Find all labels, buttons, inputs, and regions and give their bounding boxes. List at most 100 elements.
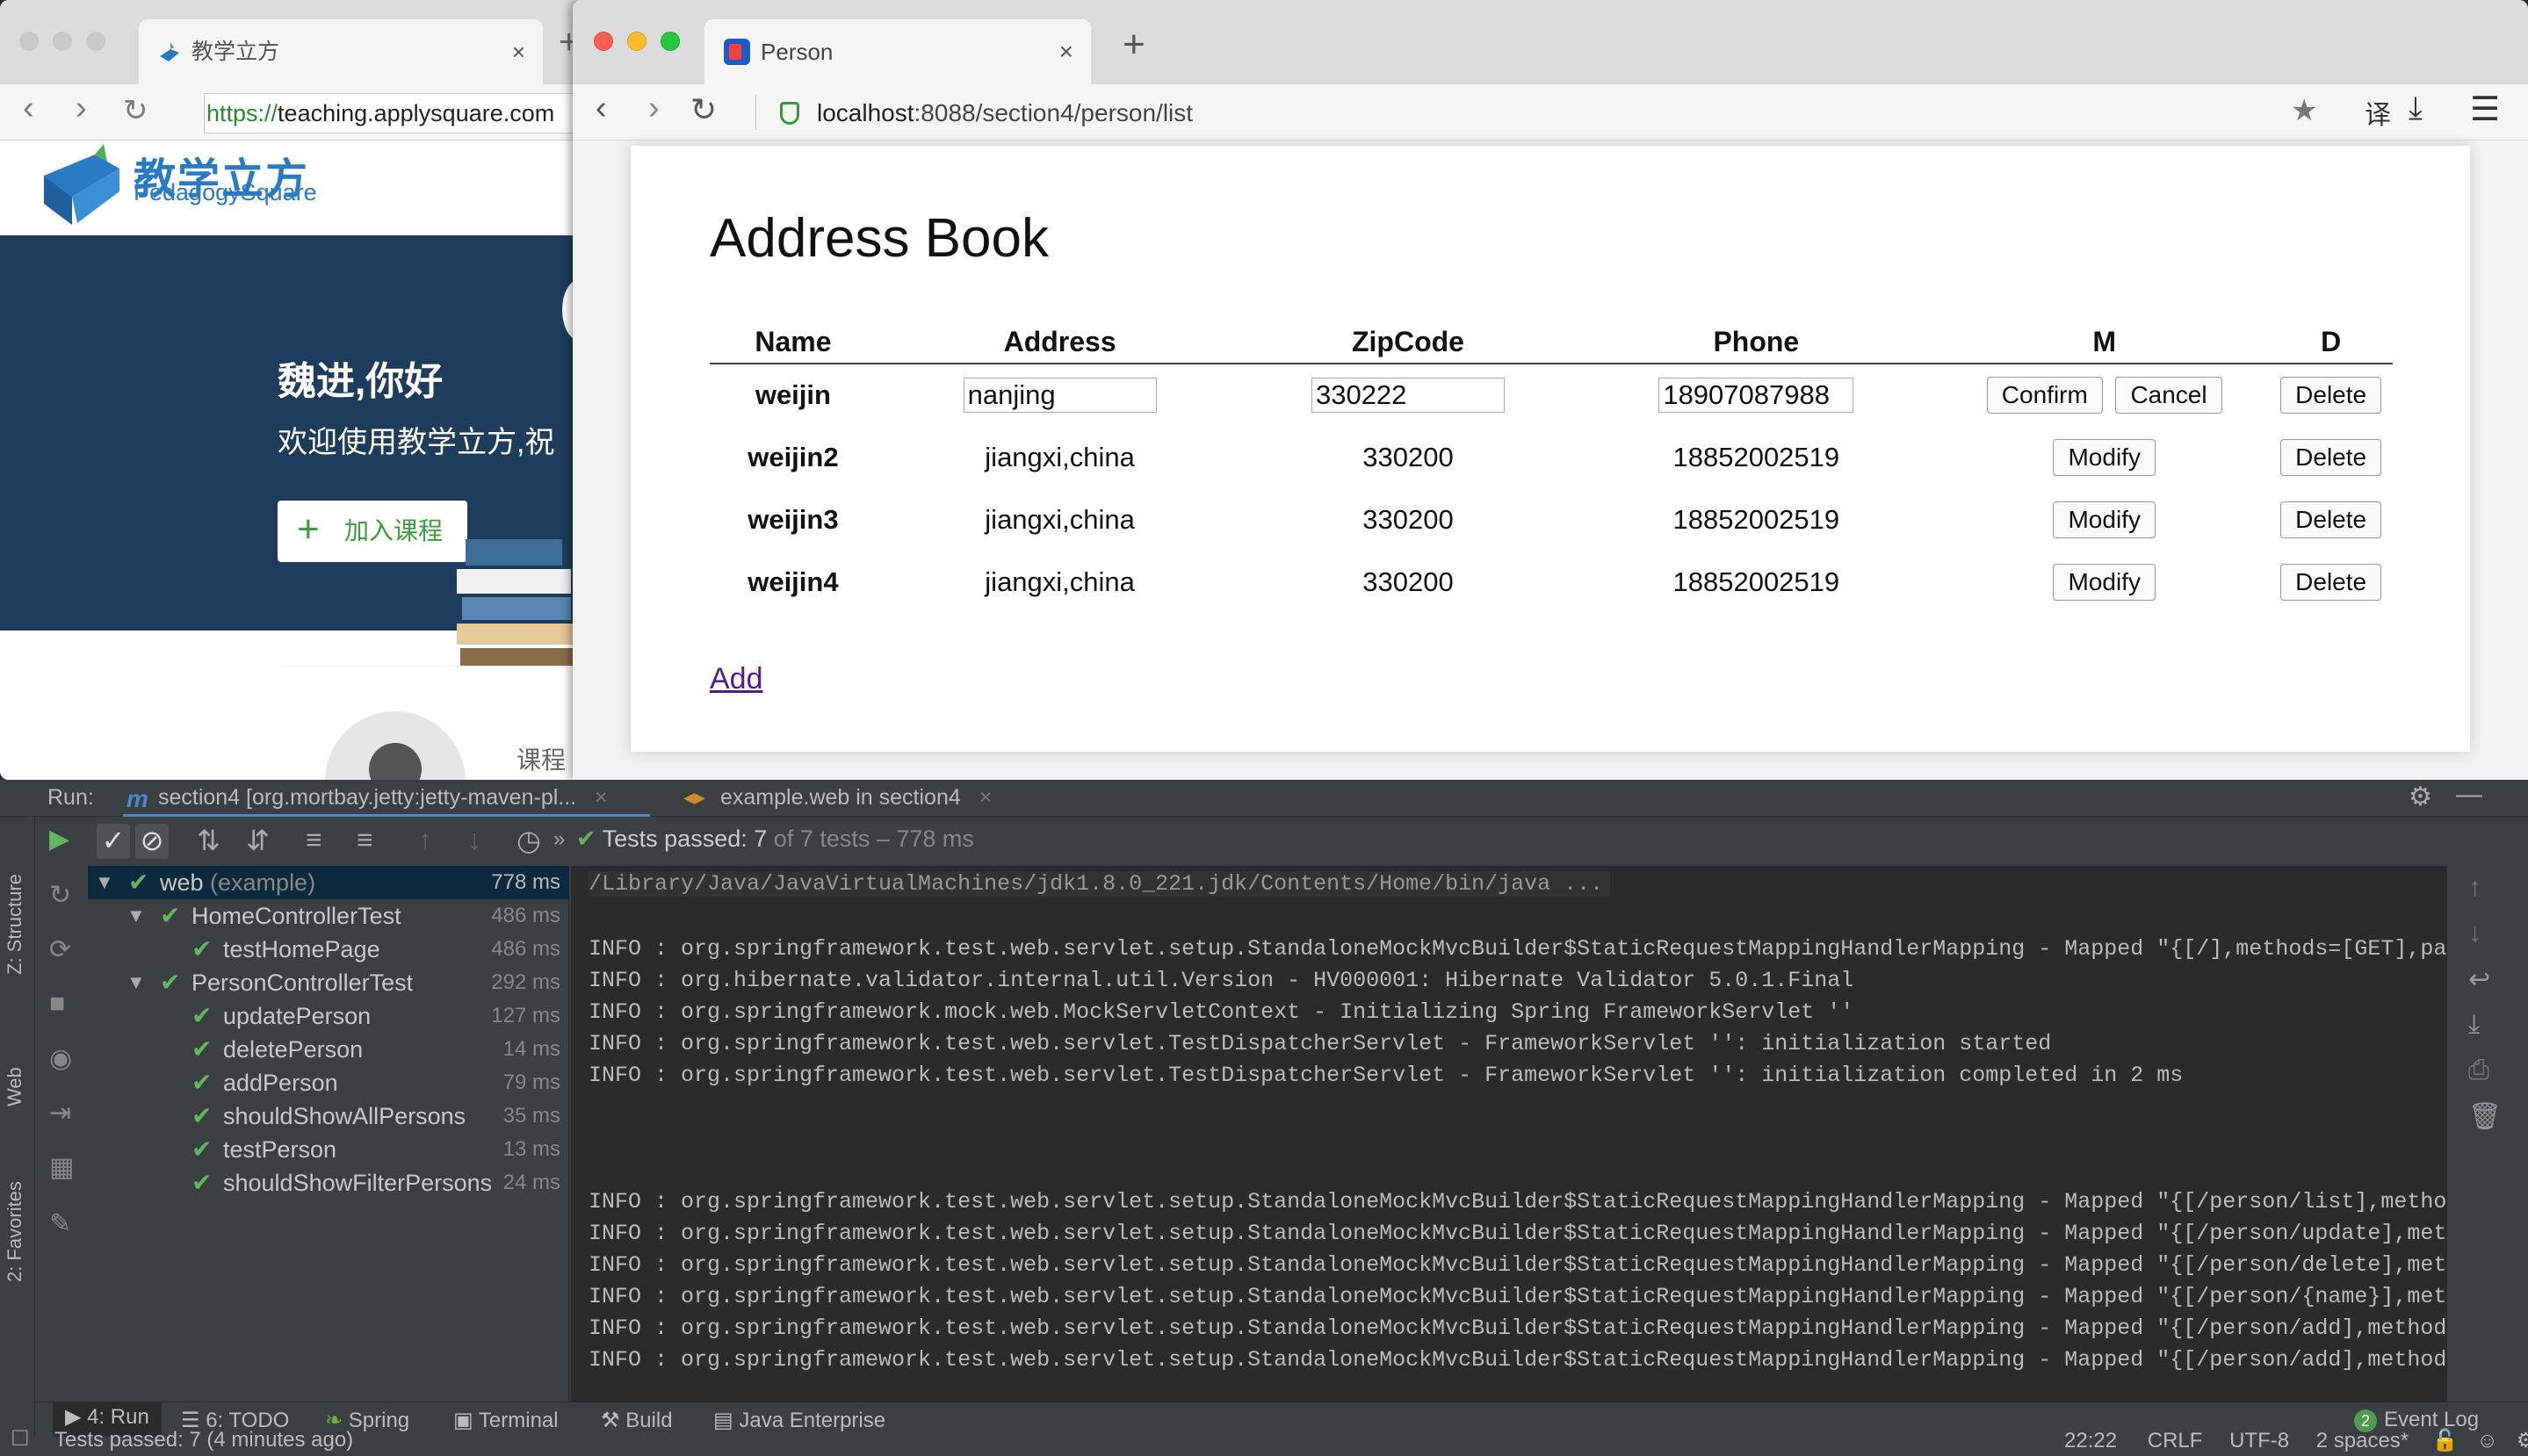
exit-icon[interactable]: ⇥ [49, 1098, 71, 1128]
address-input[interactable] [963, 378, 1157, 413]
tab-terminal[interactable]: ▣ Terminal [453, 1408, 559, 1433]
expand-arrow-icon[interactable]: ▼ [95, 866, 114, 899]
stop-icon[interactable]: ■ [49, 989, 65, 1019]
layout-icon[interactable]: ▦ [49, 1152, 74, 1183]
camera-icon[interactable]: ◉ [49, 1043, 72, 1074]
delete-button[interactable]: Delete [2280, 438, 2382, 476]
tree-node-shouldshowfilterpersons[interactable]: ✔ shouldShowFilterPersons 24 ms [88, 1166, 569, 1200]
scroll-down-icon[interactable]: ↓ [2468, 919, 2481, 948]
reload-icon[interactable]: ↻ [123, 93, 148, 128]
bookmark-star-icon[interactable]: ★ [2291, 93, 2317, 128]
modify-button[interactable]: Modify [2053, 438, 2156, 476]
tree-node-testhomepage[interactable]: ✔ testHomePage 486 ms [88, 933, 569, 966]
structure-tab[interactable]: Z: Structure [4, 874, 26, 975]
front-url-field[interactable]: localhost:8088/section4/person/list [817, 93, 2310, 133]
zoom-window-button[interactable] [661, 32, 680, 51]
menu-icon[interactable]: ☰ [2470, 90, 2500, 129]
tree-node-testperson[interactable]: ✔ testPerson 13 ms [88, 1133, 569, 1166]
event-icon[interactable]: ⚙ [2517, 1429, 2528, 1452]
delete-button[interactable]: Delete [2280, 377, 2382, 414]
rerun-failed-icon[interactable]: ↻ [49, 880, 71, 911]
minimize-window-button[interactable] [53, 32, 72, 51]
delete-button[interactable]: Delete [2280, 563, 2382, 601]
shield-icon[interactable] [780, 102, 799, 125]
translate-icon[interactable]: 译 [2365, 93, 2391, 132]
show-passed-icon[interactable]: ✓ [97, 824, 130, 859]
tab-java-enterprise[interactable]: ▤ Java Enterprise [713, 1408, 885, 1433]
close-window-button[interactable] [19, 32, 39, 51]
close-window-button[interactable] [594, 32, 613, 51]
cancel-button[interactable]: Cancel [2115, 377, 2222, 414]
tree-node-deleteperson[interactable]: ✔ deletePerson 14 ms [88, 1033, 569, 1066]
phone-input[interactable] [1658, 378, 1854, 413]
expand-arrow-icon[interactable]: ▼ [126, 966, 146, 999]
toggle-auto-test-icon[interactable]: ⟳ [49, 934, 71, 965]
tree-node-web[interactable]: ▼ ✔ web (example) 778 ms [88, 866, 569, 899]
close-tab-icon[interactable]: × [979, 785, 993, 810]
next-failed-icon[interactable]: ↓ [467, 824, 481, 856]
new-tab-icon[interactable]: + [1123, 23, 1145, 67]
history-icon[interactable]: ◷ [516, 824, 541, 857]
download-icon[interactable]: ⤓ [2409, 90, 2423, 127]
modify-button[interactable]: Modify [2053, 501, 2156, 538]
forward-arrow-icon[interactable]: › [648, 90, 660, 127]
join-course-button[interactable]: + 加入课程 [278, 501, 467, 562]
person-tab[interactable]: Person × [704, 19, 1091, 84]
favorites-tab[interactable]: 2: Favorites [4, 1181, 26, 1282]
ide-run-panel: Run: m section4 [org.mortbay.jetty:jetty… [0, 780, 2528, 1456]
indent-setting[interactable]: 2 spaces* [2316, 1429, 2409, 1452]
tab-build[interactable]: ⚒ Build [601, 1408, 673, 1433]
zipcode-input[interactable] [1311, 378, 1505, 413]
tree-node-personcontrollertest[interactable]: ▼ ✔ PersonControllerTest 292 ms [88, 966, 569, 999]
console-output[interactable]: /Library/Java/JavaVirtualMachines/jdk1.8… [571, 866, 2447, 1402]
modify-button[interactable]: Modify [2053, 563, 2156, 601]
tree-node-shouldshowallpersons[interactable]: ✔ shouldShowAllPersons 35 ms [88, 1099, 569, 1133]
back-tab[interactable]: 教学立方 × [139, 19, 543, 84]
more-icon[interactable]: » [553, 827, 565, 852]
minimize-panel-icon[interactable]: — [2456, 780, 2482, 810]
web-tab[interactable]: Web [4, 1067, 26, 1106]
rerun-icon[interactable]: ▶ [49, 824, 69, 854]
tree-node-updateperson[interactable]: ✔ updatePerson 127 ms [88, 999, 569, 1033]
sort-alpha-icon[interactable]: ⇅ [197, 824, 220, 857]
line-separator[interactable]: CRLF [2148, 1429, 2203, 1452]
lock-icon[interactable]: 🔓 [2432, 1429, 2459, 1452]
back-url-field[interactable]: https://teaching.applysquare.com [204, 93, 580, 133]
tree-node-homecontrollertest[interactable]: ▼ ✔ HomeControllerTest 486 ms [88, 899, 569, 933]
delete-button[interactable]: Delete [2280, 501, 2382, 538]
minimize-window-button[interactable] [627, 32, 646, 51]
run-config-tab-jetty[interactable]: m section4 [org.mortbay.jetty:jetty-mave… [123, 780, 650, 817]
scroll-to-end-icon[interactable]: ⤓ [2468, 1010, 2480, 1040]
soft-wrap-icon[interactable]: ↩ [2468, 964, 2490, 995]
zoom-window-button[interactable] [86, 32, 105, 51]
forward-arrow-icon[interactable]: › [76, 90, 87, 127]
gear-icon[interactable]: ⚙ [2409, 782, 2432, 812]
print-icon[interactable]: ⎙ [2468, 1056, 2489, 1085]
close-tab-icon[interactable]: × [595, 785, 608, 810]
expand-arrow-icon[interactable]: ▼ [126, 899, 146, 933]
prev-failed-icon[interactable]: ↑ [418, 824, 432, 856]
pass-check-icon: ✔ [128, 869, 149, 896]
file-encoding[interactable]: UTF-8 [2229, 1429, 2289, 1452]
status-toggle-icon[interactable]: ☐ [11, 1426, 30, 1452]
back-arrow-icon[interactable]: ‹ [23, 90, 34, 127]
sort-duration-icon[interactable]: ⇵ [246, 824, 270, 857]
column-header-phone: Phone [1572, 321, 1940, 364]
add-link[interactable]: Add [710, 662, 763, 696]
collapse-all-icon[interactable]: ≡ [357, 824, 373, 856]
trash-icon[interactable]: 🗑 [2468, 1101, 2502, 1132]
tree-duration: 127 ms [491, 1004, 560, 1027]
confirm-button[interactable]: Confirm [1986, 377, 2103, 414]
scroll-up-icon[interactable]: ↑ [2468, 873, 2481, 903]
tree-node-addperson[interactable]: ✔ addPerson 79 ms [88, 1066, 569, 1099]
show-ignored-icon[interactable]: ⊘ [135, 824, 169, 859]
reload-icon[interactable]: ↻ [690, 91, 717, 128]
close-tab-icon[interactable]: × [512, 19, 525, 84]
close-tab-icon[interactable]: × [1059, 19, 1073, 84]
back-arrow-icon[interactable]: ‹ [596, 90, 607, 127]
pin-icon[interactable]: ✎ [49, 1208, 71, 1239]
cursor-position[interactable]: 22:22 [2064, 1429, 2117, 1452]
inspector-icon[interactable]: ☺ [2476, 1429, 2498, 1452]
expand-all-icon[interactable]: ≡ [306, 824, 322, 856]
run-config-tab-tests[interactable]: ◂▸ example.web in section4 × [676, 780, 992, 817]
